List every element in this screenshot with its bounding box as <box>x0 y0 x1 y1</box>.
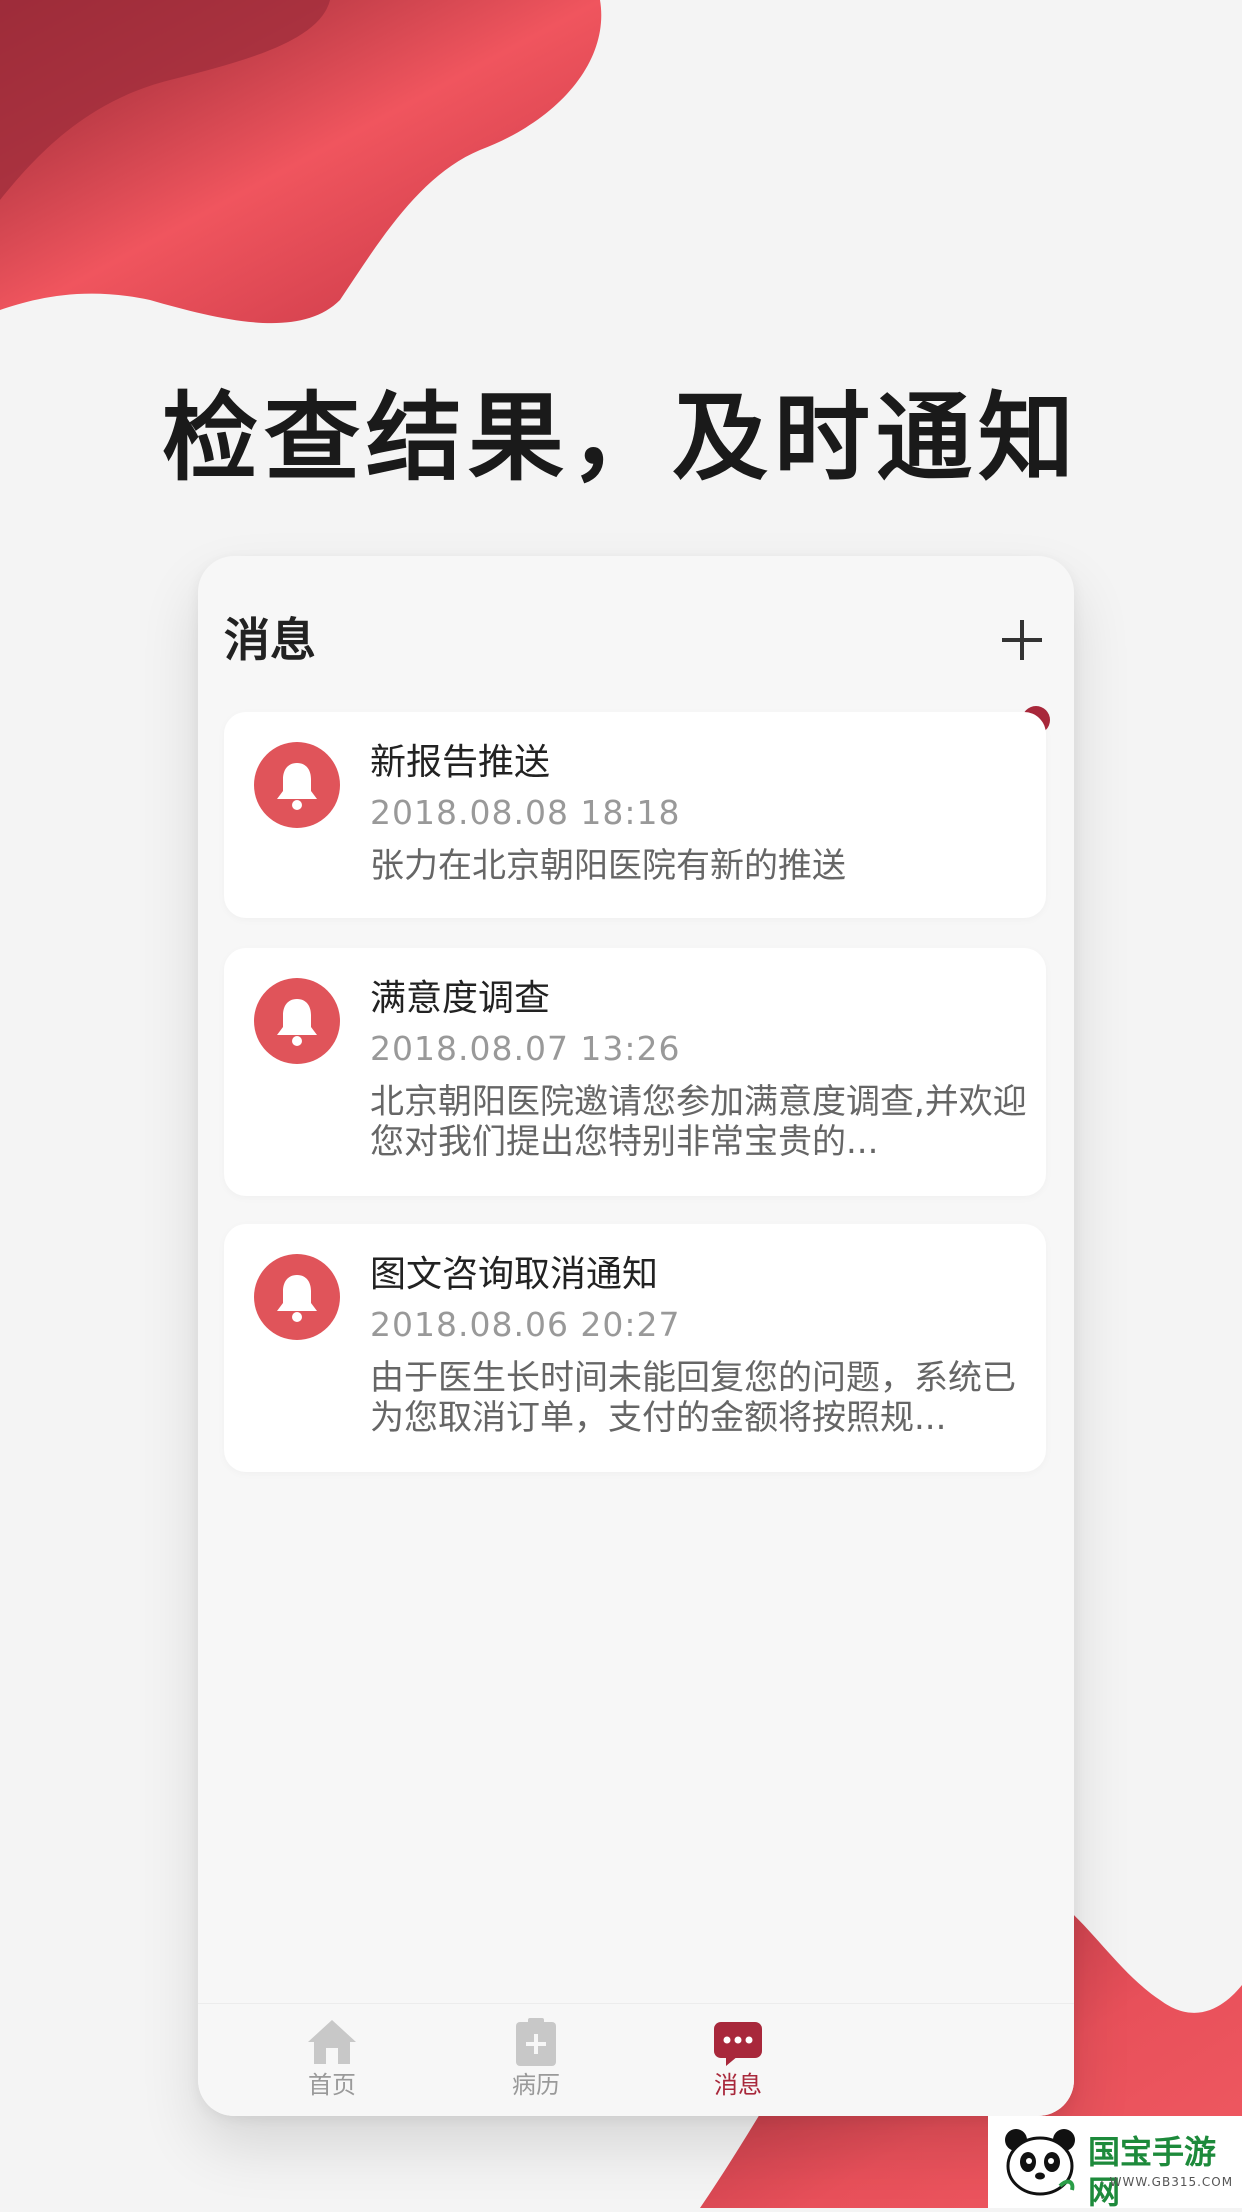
message-time: 2018.08.08 18:18 <box>370 793 681 832</box>
tab-label: 首页 <box>308 2071 356 2099</box>
panda-logo-icon <box>1005 2129 1075 2196</box>
message-icon <box>712 2016 764 2068</box>
message-title: 新报告推送 <box>370 742 551 783</box>
tab-label: 消息 <box>714 2071 762 2099</box>
message-time: 2018.08.07 13:26 <box>370 1029 681 1068</box>
message-title: 满意度调查 <box>370 978 551 1019</box>
watermark: 国宝手游网 · WWW.GB315.COM · <box>988 2116 1242 2211</box>
add-button[interactable] <box>996 614 1048 666</box>
page-title: 消息 <box>224 613 316 667</box>
message-body: 张力在北京朝阳医院有新的推送 <box>370 846 846 886</box>
message-body: 北京朝阳医院邀请您参加满意度调查,并欢迎您对我们提出您特别非常宝贵的... <box>370 1082 1027 1162</box>
tab-home[interactable]: 首页 <box>262 2016 402 2100</box>
medical-record-icon <box>510 2016 562 2068</box>
tab-label: 病历 <box>512 2071 560 2099</box>
bell-icon <box>254 742 340 828</box>
message-title: 图文咨询取消通知 <box>370 1254 659 1295</box>
message-card[interactable]: 新报告推送 2018.08.08 18:18 张力在北京朝阳医院有新的推送 <box>224 712 1046 918</box>
headline: 检查结果，及时通知 <box>162 382 1080 494</box>
tab-message[interactable]: 消息 <box>668 2016 808 2100</box>
bell-icon <box>254 978 340 1064</box>
home-icon <box>306 2016 358 2068</box>
tab-bar: 首页 病历 消息 <box>198 2003 1074 2116</box>
phone-screen: 消息 新报告推送 2018.08.08 18:18 张力在北京朝阳医院有新的推送… <box>198 556 1074 2116</box>
message-card[interactable]: 图文咨询取消通知 2018.08.06 20:27 由于医生长时间未能回复您的问… <box>224 1224 1046 1472</box>
tab-medical-record[interactable]: 病历 <box>466 2016 606 2100</box>
message-body: 由于医生长时间未能回复您的问题，系统已为您取消订单，支付的金额将按照规... <box>370 1358 1016 1438</box>
message-time: 2018.08.06 20:27 <box>370 1305 681 1344</box>
bell-icon <box>254 1254 340 1340</box>
message-card[interactable]: 满意度调查 2018.08.07 13:26 北京朝阳医院邀请您参加满意度调查,… <box>224 948 1046 1196</box>
watermark-url: · WWW.GB315.COM · <box>1100 2175 1234 2205</box>
